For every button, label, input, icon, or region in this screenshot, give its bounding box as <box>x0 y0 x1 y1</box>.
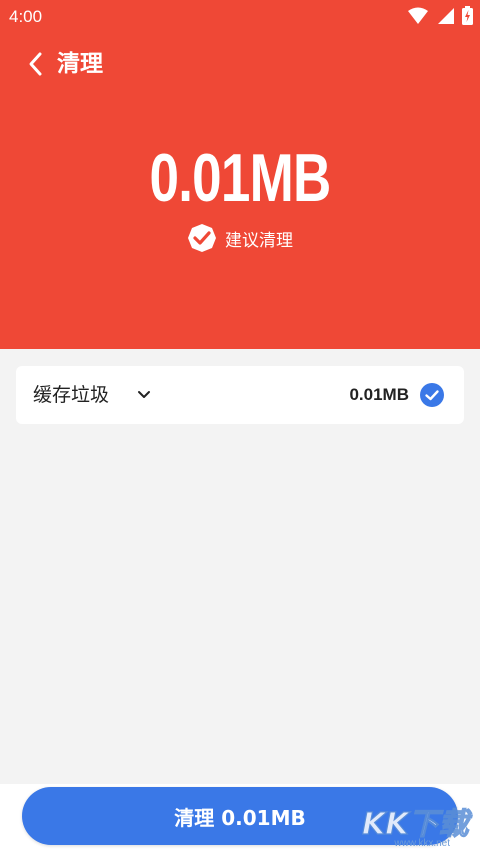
battery-icon <box>462 6 473 25</box>
status-bar: 4:00 <box>0 0 480 34</box>
watermark-url: www.kkx.net <box>394 838 450 849</box>
header: 4:00 清理 0.01MB 建议清理 <box>0 0 480 349</box>
svg-text:KK下载: KK下载 <box>362 807 472 842</box>
title-bar: 清理 <box>0 44 480 84</box>
suggestion-text: 建议清理 <box>225 230 293 251</box>
chevron-down-icon[interactable] <box>137 388 151 402</box>
status-icons <box>408 6 473 25</box>
back-icon[interactable] <box>24 48 54 80</box>
wifi-icon <box>408 7 428 24</box>
checkbox-checked-icon[interactable] <box>420 383 444 407</box>
suggestion-row: 建议清理 <box>0 222 480 254</box>
badge-check-icon <box>188 224 216 252</box>
page-title: 清理 <box>57 51 103 77</box>
item-label: 缓存垃圾 <box>33 384 110 406</box>
item-size: 0.01MB <box>349 385 409 404</box>
cellular-signal-icon <box>438 7 454 24</box>
junk-size-value: 0.01MB <box>149 140 331 216</box>
status-time: 4:00 <box>9 7 43 26</box>
cache-junk-item[interactable]: 缓存垃圾 0.01MB <box>16 366 464 424</box>
